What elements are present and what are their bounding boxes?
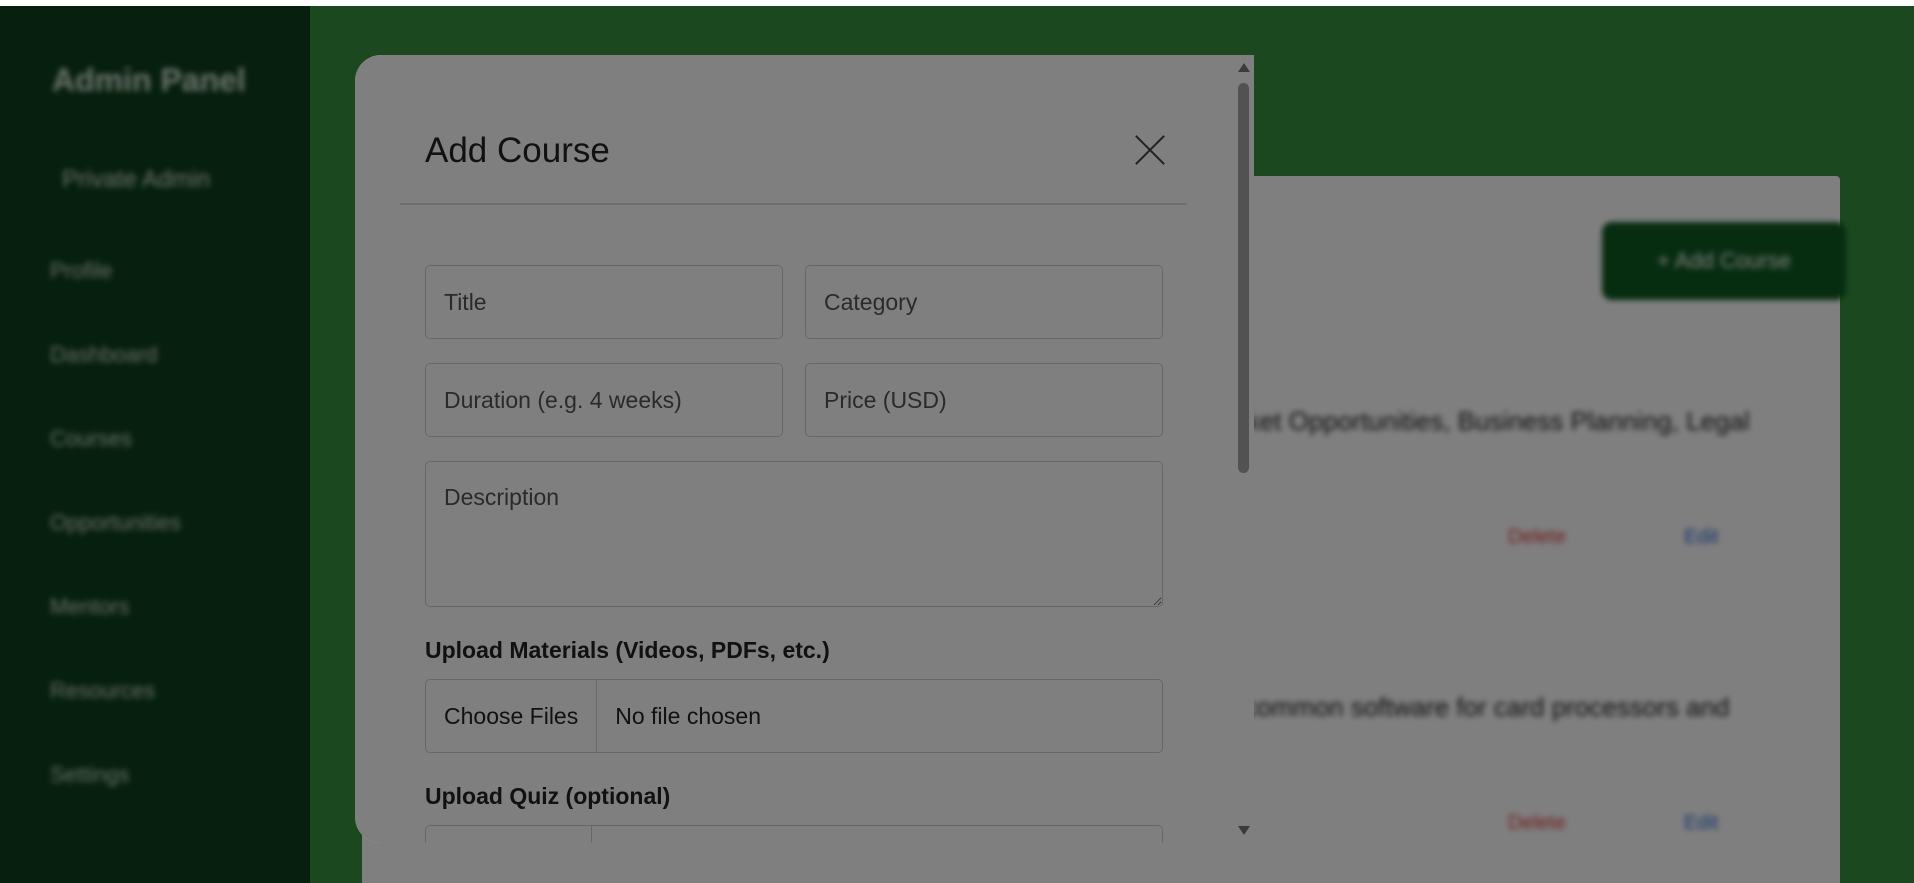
materials-file-input[interactable]: Choose Files No file chosen <box>425 679 1163 753</box>
quiz-file-input[interactable] <box>425 825 1163 843</box>
add-course-modal: Add Course Upload Materials (Videos, PDF… <box>355 55 1254 843</box>
upload-quiz-label: Upload Quiz (optional) <box>425 783 671 809</box>
quiz-choose-file-button[interactable] <box>426 826 592 843</box>
modal-title: Add Course <box>425 131 610 170</box>
title-input[interactable] <box>425 265 783 339</box>
upload-materials-label: Upload Materials (Videos, PDFs, etc.) <box>425 637 830 663</box>
scroll-up-arrow-icon[interactable] <box>1238 63 1250 72</box>
scroll-thumb[interactable] <box>1238 83 1249 473</box>
modal-body: Add Course Upload Materials (Videos, PDF… <box>355 55 1234 843</box>
modal-header: Add Course <box>400 55 1187 205</box>
choose-files-button[interactable]: Choose Files <box>426 680 598 752</box>
scroll-down-arrow-icon[interactable] <box>1238 826 1250 835</box>
description-textarea[interactable] <box>425 461 1163 607</box>
modal-scrollbar[interactable] <box>1234 55 1254 843</box>
close-icon[interactable] <box>1133 133 1167 167</box>
category-input[interactable] <box>805 265 1163 339</box>
duration-input[interactable] <box>425 363 783 437</box>
app-root: Admin Panel Private Admin Profile Dashbo… <box>0 6 1914 883</box>
price-input[interactable] <box>805 363 1163 437</box>
file-status: No file chosen <box>615 702 761 729</box>
